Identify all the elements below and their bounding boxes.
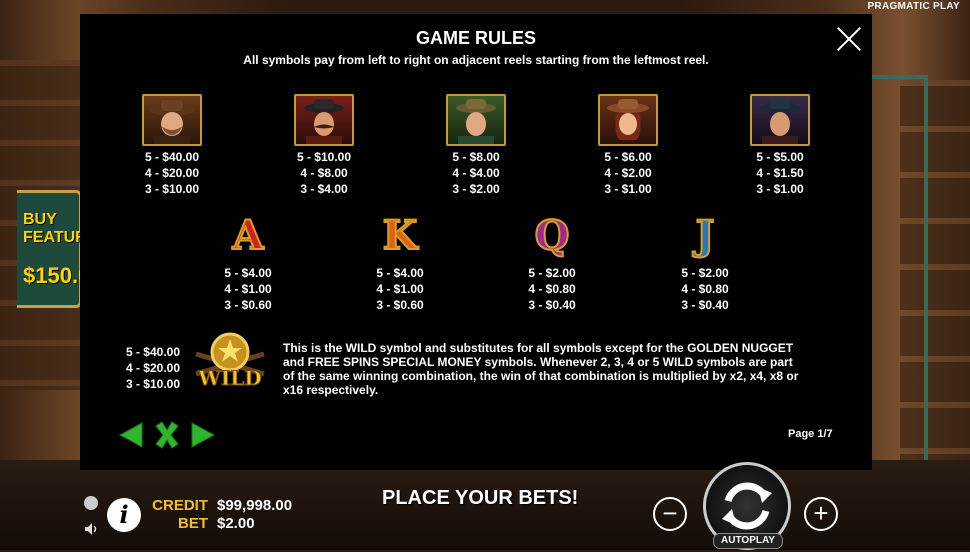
pay-5: 5 - $40.00 (125, 345, 181, 359)
pay-4: 4 - $8.00 (300, 166, 348, 180)
increase-bet-button[interactable]: + (804, 497, 838, 531)
pay-5: 5 - $5.00 (756, 150, 804, 164)
wild-description: This is the WILD symbol and substitutes … (283, 341, 799, 397)
prev-page-icon[interactable] (116, 420, 146, 455)
pay-4: 4 - $0.80 (528, 282, 576, 296)
pay-5: 5 - $2.00 (528, 266, 576, 280)
bet-label: BET (178, 515, 208, 532)
pay-5: 5 - $2.00 (681, 266, 729, 280)
letter-q-icon: Q (534, 212, 571, 259)
pay-5: 5 - $4.00 (224, 266, 272, 280)
paytable-symbol: K 5 - $4.00 4 - $1.00 3 - $0.60 (350, 210, 450, 313)
pay-5: 5 - $10.00 (296, 150, 352, 164)
status-message: PLACE YOUR BETS! (382, 487, 579, 509)
menu-icon[interactable] (84, 496, 98, 510)
paytable-symbol: 5 - $5.00 4 - $1.50 3 - $1.00 (730, 94, 830, 197)
credit-label: CREDIT (152, 497, 208, 514)
close-rules-icon[interactable] (152, 420, 182, 455)
pay-3: 3 - $2.00 (452, 182, 500, 196)
pay-5: 5 - $8.00 (452, 150, 500, 164)
pay-4: 4 - $0.80 (681, 282, 729, 296)
letter-j-icon: J (695, 212, 716, 259)
pay-3: 3 - $10.00 (125, 377, 181, 391)
wild-icon-text: WILD (197, 366, 261, 390)
pay-3: 3 - $1.00 (756, 182, 804, 196)
pay-5: 5 - $6.00 (604, 150, 652, 164)
modal-subtitle: All symbols pay from left to right on ad… (243, 53, 709, 67)
wild-paytable: 5 - $40.00 4 - $20.00 3 - $10.00 (113, 344, 193, 392)
pay-3: 3 - $1.00 (604, 182, 652, 196)
letter-a-icon: A (231, 212, 264, 259)
bet-value: $2.00 (217, 515, 255, 532)
pay-3: 3 - $4.00 (300, 182, 348, 196)
paytable-symbol: 5 - $6.00 4 - $2.00 3 - $1.00 (578, 94, 678, 197)
outlaw-icon (750, 94, 810, 146)
close-icon[interactable] (835, 25, 863, 53)
pay-3: 3 - $0.60 (224, 298, 272, 312)
page-indicator: Page 1/7 (788, 428, 833, 440)
paytable-symbol: 5 - $40.00 4 - $20.00 3 - $10.00 (122, 94, 222, 197)
pay-4: 4 - $20.00 (125, 361, 181, 375)
cowgirl-icon (598, 94, 658, 146)
pay-4: 4 - $1.00 (224, 282, 272, 296)
sound-icon[interactable] (84, 522, 98, 536)
paytable-symbol: J 5 - $2.00 4 - $0.80 3 - $0.40 (655, 210, 755, 313)
young-cowboy-icon (446, 94, 506, 146)
pay-4: 4 - $1.50 (756, 166, 804, 180)
info-button[interactable]: i (107, 498, 141, 532)
decrease-bet-button[interactable]: − (653, 497, 687, 531)
rules-navigation (116, 420, 218, 455)
wild-icon: WILD (188, 330, 272, 402)
bearded-cowboy-icon (142, 94, 202, 146)
pay-5: 5 - $40.00 (144, 150, 200, 164)
pay-4: 4 - $1.00 (376, 282, 424, 296)
game-rules-modal: GAME RULES All symbols pay from left to … (80, 14, 872, 470)
autoplay-button[interactable]: AUTOPLAY (713, 533, 783, 549)
pay-3: 3 - $10.00 (144, 182, 200, 196)
pay-4: 4 - $2.00 (604, 166, 652, 180)
brand-logo: PRAGMATIC PLAY (867, 1, 960, 12)
pay-3: 3 - $0.40 (681, 298, 729, 312)
pay-3: 3 - $0.60 (376, 298, 424, 312)
credit-value: $99,998.00 (217, 497, 293, 514)
buy-feature-button[interactable]: BUY FEATURE $150.00 (17, 190, 103, 308)
reel-frame (868, 75, 928, 470)
paytable-symbol: A 5 - $4.00 4 - $1.00 3 - $0.60 (198, 210, 298, 313)
letter-k-icon: K (382, 212, 419, 259)
paytable-symbol: 5 - $8.00 4 - $4.00 3 - $2.00 (426, 94, 526, 197)
pay-4: 4 - $4.00 (452, 166, 500, 180)
modal-title: GAME RULES (415, 28, 536, 48)
next-page-icon[interactable] (188, 420, 218, 455)
pay-5: 5 - $4.00 (376, 266, 424, 280)
paytable-symbol: Q 5 - $2.00 4 - $0.80 3 - $0.40 (502, 210, 602, 313)
pay-3: 3 - $0.40 (528, 298, 576, 312)
mustached-gunslinger-icon (294, 94, 354, 146)
pay-4: 4 - $20.00 (144, 166, 200, 180)
paytable-symbol: 5 - $10.00 4 - $8.00 3 - $4.00 (274, 94, 374, 197)
